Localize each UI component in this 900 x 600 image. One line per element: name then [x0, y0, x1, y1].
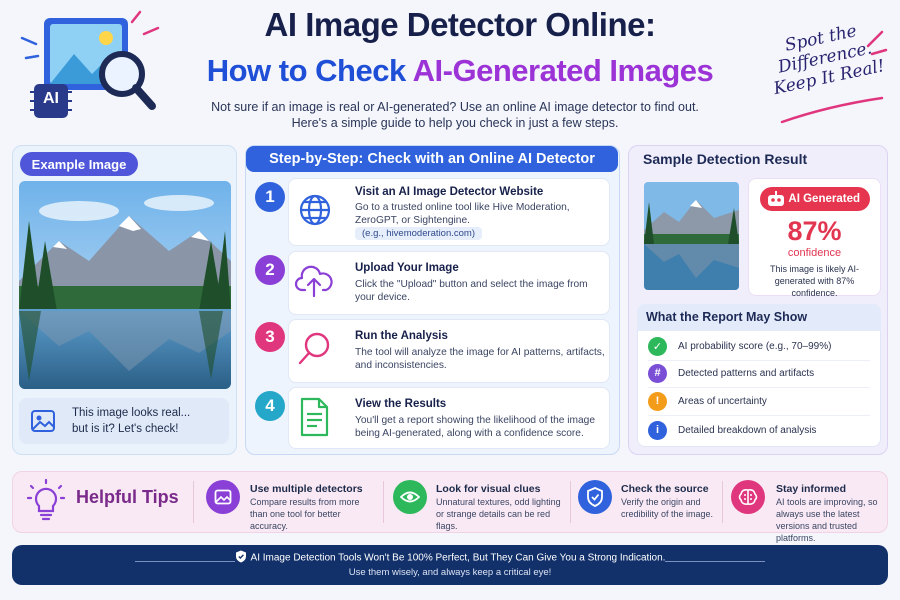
eye-icon — [393, 480, 427, 514]
image-icon — [30, 408, 56, 439]
divider — [648, 360, 870, 361]
footer-disclaimer: AI Image Detection Tools Won't Be 100% P… — [12, 550, 888, 566]
magnifier-icon — [296, 331, 332, 372]
step-number-2: 2 — [255, 255, 285, 285]
ai-chip-label: AI — [43, 90, 59, 107]
lightbulb-icon — [26, 478, 66, 527]
image-icon — [206, 480, 240, 514]
report-item: ! Areas of uncertainty — [648, 390, 878, 412]
step-title-1: Visit an AI Image Detector Website — [355, 186, 544, 198]
example-caption: This image looks real... but is it? Let'… — [72, 407, 191, 435]
step-desc-3: The tool will analyze the image for AI p… — [355, 347, 605, 371]
footer-advice: Use them wisely, and always keep a criti… — [348, 567, 552, 578]
tip-desc-3: Verify the origin and credibility of the… — [621, 497, 714, 519]
report-item: # Detected patterns and artifacts — [648, 362, 878, 384]
page-subtitle-heading: How to Check AI-Generated Images — [206, 53, 714, 88]
result-title: Sample Detection Result — [643, 151, 808, 167]
step-number-3: 3 — [255, 322, 285, 352]
tip-title-3: Check the source — [621, 483, 709, 495]
report-item: i Detailed breakdown of analysis — [648, 419, 878, 441]
robot-icon — [766, 190, 786, 213]
divider — [570, 481, 571, 523]
step-number-1: 1 — [255, 182, 285, 212]
header-illustration: AI — [14, 8, 164, 128]
step-desc-4: You'll get a report showing the likeliho… — [355, 415, 595, 439]
tip-desc-1: Compare results from more than one tool … — [250, 497, 360, 531]
steps-title: Step-by-Step: Check with an Online AI De… — [246, 146, 618, 172]
intro-text: Not sure if an image is real or AI-gener… — [211, 100, 699, 130]
confidence-label: confidence — [787, 247, 842, 259]
shield-icon — [235, 550, 247, 566]
step-title-2: Upload Your Image — [355, 262, 459, 274]
tip-desc-4: AI tools are improving, so always use th… — [776, 497, 878, 543]
warning-icon: ! — [648, 391, 667, 411]
step-title-4: View the Results — [355, 398, 447, 410]
globe-icon — [298, 193, 332, 232]
tip-title-4: Stay informed — [776, 483, 847, 495]
report-title: What the Report May Show — [637, 304, 881, 331]
step-example-link[interactable]: (e.g., hivemoderation.com) — [355, 227, 482, 240]
brain-icon — [731, 480, 765, 514]
example-label: Example Image — [20, 152, 138, 176]
tip-title-2: Look for visual clues — [436, 483, 541, 495]
step-number-4: 4 — [255, 391, 285, 421]
divider — [722, 481, 723, 523]
info-icon: i — [648, 420, 667, 440]
divider — [648, 387, 870, 388]
underline-icon — [778, 96, 888, 131]
report-item: ✓ AI probability score (e.g., 70–99%) — [648, 335, 878, 357]
grid-icon: # — [648, 363, 667, 383]
tip-title-1: Use multiple detectors — [250, 483, 363, 495]
divider — [193, 481, 194, 523]
divider — [648, 415, 870, 416]
sparkle-icon — [864, 26, 888, 61]
example-landscape-image — [19, 181, 231, 389]
divider — [383, 481, 384, 523]
step-desc-1: Go to a trusted online tool like Hive Mo… — [355, 202, 570, 226]
page-title: AI Image Detector Online: — [264, 6, 656, 43]
check-icon: ✓ — [648, 336, 667, 356]
cloud-upload-icon — [294, 264, 334, 303]
result-summary: This image is likely AI-generated with 8… — [769, 264, 860, 298]
confidence-percent: 87% — [787, 216, 842, 246]
document-icon — [298, 397, 330, 442]
tips-title: Helpful Tips — [76, 487, 179, 507]
result-thumbnail-image — [644, 182, 739, 290]
step-desc-2: Click the "Upload" button and select the… — [355, 279, 588, 303]
shield-icon — [578, 480, 612, 514]
step-title-3: Run the Analysis — [355, 330, 448, 342]
tip-desc-2: Unnatural textures, odd lighting or stra… — [436, 497, 561, 531]
